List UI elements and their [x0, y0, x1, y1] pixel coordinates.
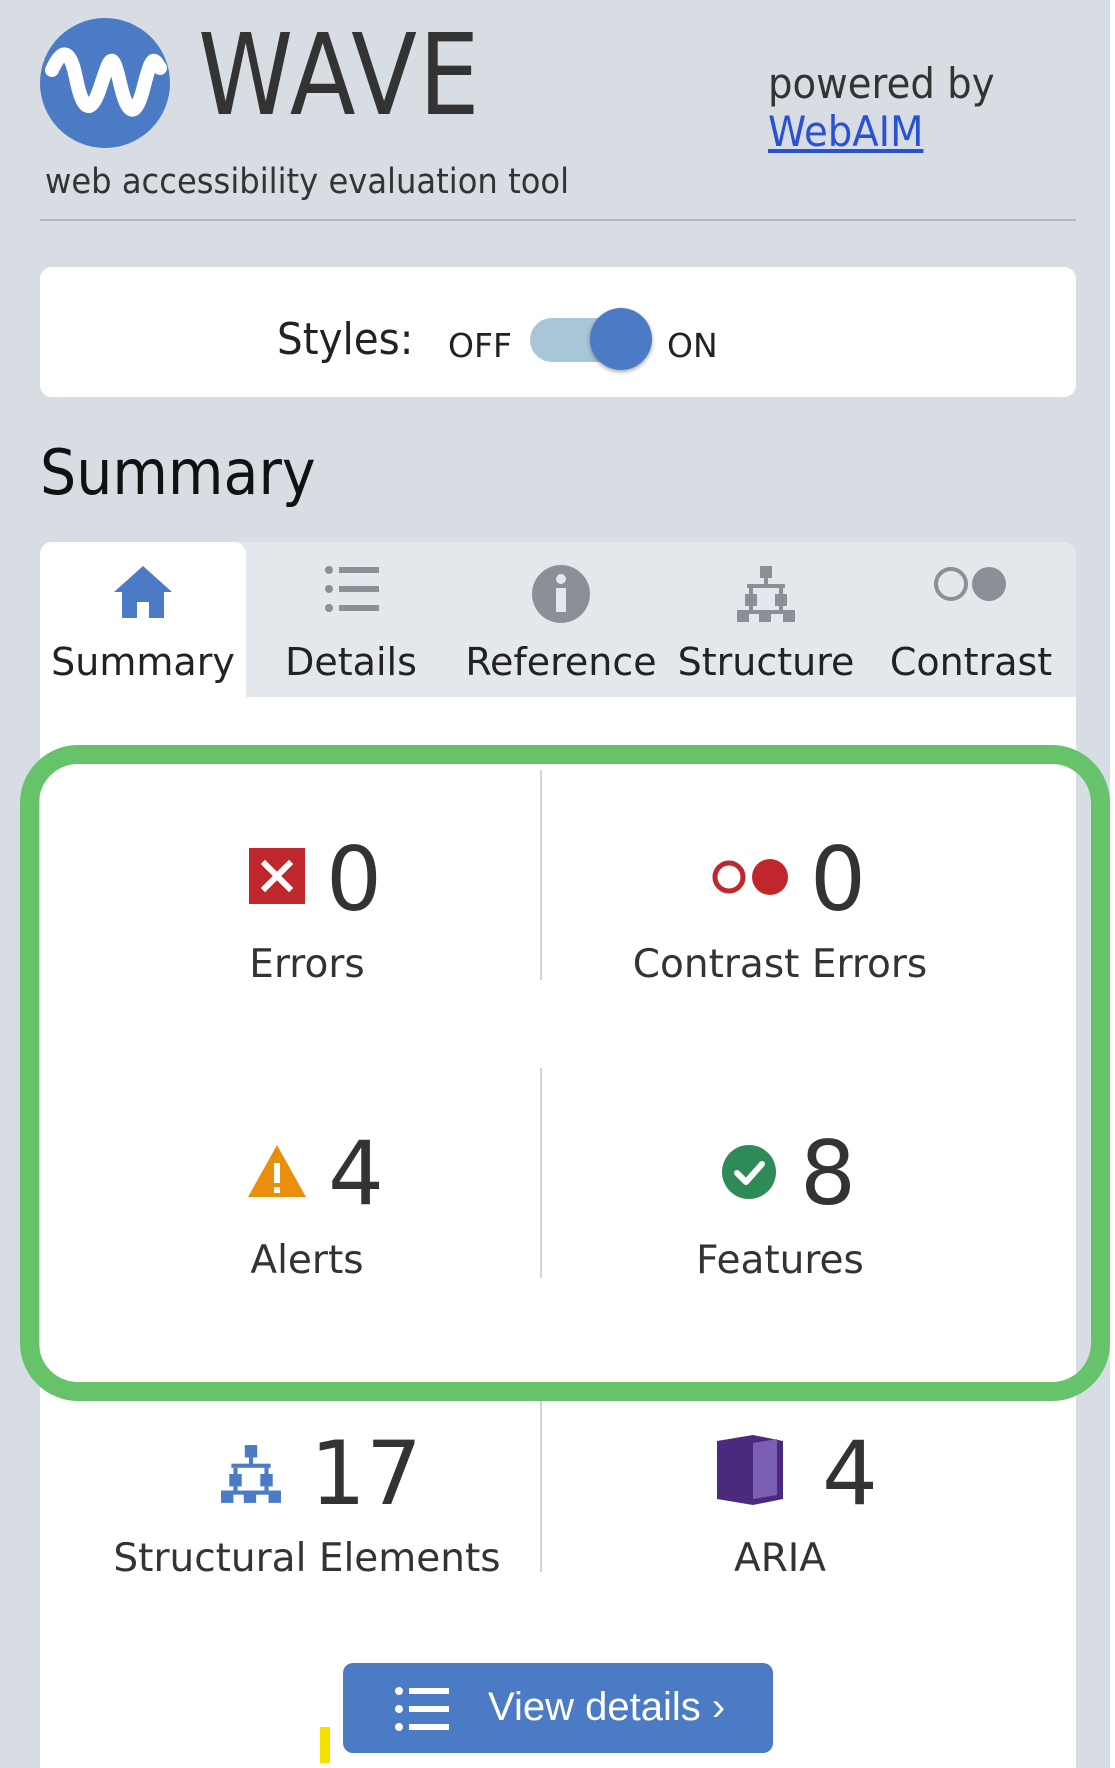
- list-icon: [323, 564, 379, 618]
- focus-marker: [320, 1727, 330, 1763]
- view-details-button[interactable]: View details ›: [343, 1663, 773, 1753]
- list-icon: [393, 1685, 449, 1736]
- header-divider: [40, 219, 1076, 221]
- structural-elements-label: Structural Elements: [113, 1536, 501, 1581]
- tab-label: Contrast: [889, 640, 1053, 684]
- powered-by: powered by WebAIM: [768, 59, 995, 157]
- powered-by-text: powered by: [768, 59, 995, 108]
- brand-tagline: web accessibility evaluation tool: [45, 162, 570, 202]
- view-details-label: View details ›: [488, 1685, 726, 1729]
- structural-elements-count: 17: [310, 1422, 422, 1525]
- aria-label: ARIA: [734, 1536, 826, 1581]
- styles-on-label: ON: [667, 326, 718, 365]
- wave-logo-icon: [40, 18, 170, 148]
- tab-contrast[interactable]: Contrast: [866, 542, 1076, 697]
- tab-label: Details: [285, 640, 417, 684]
- styles-off-label: OFF: [448, 326, 512, 365]
- structure-tree-icon: [735, 564, 797, 628]
- page-edge: [1110, 0, 1115, 1768]
- page-title: Summary: [40, 436, 316, 509]
- tab-details[interactable]: Details: [246, 542, 456, 697]
- webaim-link[interactable]: WebAIM: [768, 107, 995, 156]
- home-icon: [112, 564, 174, 624]
- tab-structure[interactable]: Structure: [666, 542, 866, 697]
- tab-label: Reference: [465, 640, 657, 684]
- highlight-outline: [20, 745, 1110, 1401]
- aria-cube-icon: [713, 1433, 785, 1509]
- contrast-circles-icon: [933, 564, 1009, 608]
- tab-label: Summary: [51, 640, 235, 684]
- structure-tree-icon: [218, 1443, 284, 1509]
- tab-label: Structure: [677, 640, 855, 684]
- aria-count: 4: [822, 1422, 878, 1525]
- brand-title: WAVE: [198, 11, 482, 141]
- tab-reference[interactable]: Reference: [456, 542, 666, 697]
- column-divider: [540, 1390, 542, 1572]
- info-icon: [531, 564, 591, 628]
- tab-summary[interactable]: Summary: [40, 542, 246, 697]
- styles-label: Styles:: [277, 314, 414, 365]
- styles-toggle-knob[interactable]: [590, 308, 652, 370]
